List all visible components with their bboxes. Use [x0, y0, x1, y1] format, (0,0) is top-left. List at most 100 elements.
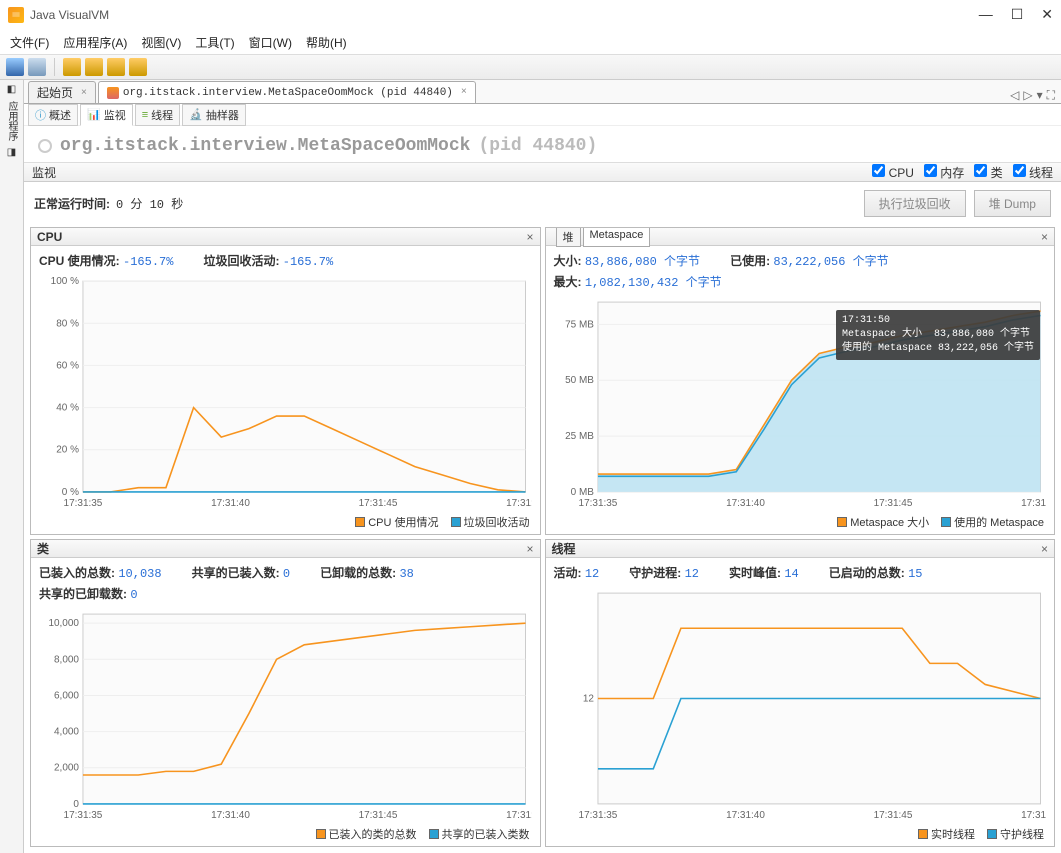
- tab-start[interactable]: 起始页 ×: [28, 81, 96, 103]
- svg-text:2,000: 2,000: [54, 763, 79, 774]
- heap-dump-button[interactable]: 堆 Dump: [974, 190, 1051, 217]
- menu-window[interactable]: 窗口(W): [245, 32, 296, 53]
- heap-tab[interactable]: 堆: [556, 227, 581, 247]
- menu-tools[interactable]: 工具(T): [191, 32, 238, 53]
- subtabs: ⓘ概述 📊监视 ≡线程 🔬抽样器: [24, 104, 1061, 126]
- tab-dropdown-icon[interactable]: ▾: [1037, 88, 1043, 103]
- section-label: 监视: [32, 164, 56, 181]
- svg-text:0: 0: [73, 799, 79, 810]
- panel-title: 类: [37, 540, 49, 557]
- gc-button[interactable]: 执行垃圾回收: [864, 190, 966, 217]
- svg-text:17:31:45: 17:31:45: [359, 498, 398, 509]
- menu-apps[interactable]: 应用程序(A): [59, 32, 131, 53]
- panel-close-icon[interactable]: ×: [1041, 542, 1048, 556]
- subtab-monitor[interactable]: 📊监视: [80, 104, 133, 126]
- tab-nav-right-icon[interactable]: ▷: [1023, 88, 1032, 103]
- svg-text:6,000: 6,000: [54, 690, 79, 701]
- svg-text:17:31:35: 17:31:35: [64, 498, 103, 509]
- menu-view[interactable]: 视图(V): [137, 32, 185, 53]
- threads-chart: 1217:31:3517:31:4017:31:4517:31:50: [554, 587, 1047, 822]
- svg-text:17:31:40: 17:31:40: [726, 810, 765, 821]
- toolbar-icon-5[interactable]: [107, 58, 125, 76]
- maximize-icon[interactable]: ☐: [1011, 6, 1024, 23]
- threads-panel: 线程× 活动: 12 守护进程: 12 实时峰值: 14 已启动的总数: 15 …: [545, 539, 1056, 847]
- check-threads[interactable]: 线程: [1013, 164, 1053, 181]
- check-classes[interactable]: 类: [974, 164, 1002, 181]
- classes-panel: 类× 已装入的总数: 10,038 共享的已装入数: 0 已卸载的总数: 38 …: [30, 539, 541, 847]
- toolbar-sep: [54, 58, 55, 76]
- check-cpu[interactable]: CPU: [872, 164, 914, 181]
- dock-icon-2[interactable]: ◨: [7, 147, 16, 158]
- metaspace-tab[interactable]: Metaspace: [583, 227, 651, 247]
- svg-text:17:31:50: 17:31:50: [506, 498, 531, 509]
- svg-text:8,000: 8,000: [54, 654, 79, 665]
- cpu-panel: CPU× CPU 使用情况: -165.7% 垃圾回收活动: -165.7% 0…: [30, 227, 541, 535]
- svg-text:100 %: 100 %: [51, 276, 79, 287]
- svg-text:10,000: 10,000: [48, 618, 79, 629]
- tab-close-icon[interactable]: ×: [81, 87, 87, 98]
- panel-close-icon[interactable]: ×: [526, 230, 533, 244]
- java-icon: [107, 87, 119, 99]
- svg-text:20 %: 20 %: [56, 445, 79, 456]
- svg-text:25 MB: 25 MB: [565, 431, 594, 442]
- svg-text:4,000: 4,000: [54, 727, 79, 738]
- panel-title: 线程: [552, 540, 576, 557]
- menu-help[interactable]: 帮助(H): [302, 32, 351, 53]
- svg-text:17:31:45: 17:31:45: [359, 810, 398, 821]
- svg-text:40 %: 40 %: [56, 403, 79, 414]
- svg-text:17:31:35: 17:31:35: [578, 498, 617, 509]
- toolbar: [0, 54, 1061, 80]
- subtab-overview[interactable]: ⓘ概述: [28, 104, 78, 126]
- left-gutter: ◧ 应用程序 ◨: [0, 80, 24, 853]
- dock-icon[interactable]: ◧: [7, 84, 16, 95]
- tab-nav-left-icon[interactable]: ◁: [1010, 88, 1019, 103]
- svg-text:17:31:50: 17:31:50: [506, 810, 531, 821]
- check-mem[interactable]: 内存: [924, 164, 964, 181]
- svg-text:50 MB: 50 MB: [565, 375, 594, 386]
- svg-text:80 %: 80 %: [56, 318, 79, 329]
- svg-text:60 %: 60 %: [56, 360, 79, 371]
- cpu-chart: 0 % 20 % 40 % 60 % 80 % 100 % 17:31:35 17:31:40…: [39, 275, 532, 510]
- menubar: 文件(F) 应用程序(A) 视图(V) 工具(T) 窗口(W) 帮助(H): [0, 30, 1061, 54]
- svg-text:17:31:45: 17:31:45: [873, 810, 912, 821]
- svg-text:17:31:40: 17:31:40: [726, 498, 765, 509]
- toolbar-icon-4[interactable]: [85, 58, 103, 76]
- window-controls: — ☐ ✕: [979, 6, 1053, 23]
- panel-title: CPU: [37, 230, 62, 244]
- panel-close-icon[interactable]: ×: [1041, 230, 1048, 244]
- toolbar-icon-1[interactable]: [6, 58, 24, 76]
- uptime-label: 正常运行时间:: [34, 195, 110, 212]
- svg-text:17:31:50: 17:31:50: [1021, 498, 1046, 509]
- panel-close-icon[interactable]: ×: [526, 542, 533, 556]
- close-icon[interactable]: ✕: [1041, 6, 1053, 23]
- section-bar: 监视 CPU 内存 类 线程: [24, 162, 1061, 182]
- svg-text:17:31:45: 17:31:45: [873, 498, 912, 509]
- svg-text:0 MB: 0 MB: [570, 487, 594, 498]
- svg-text:17:31:50: 17:31:50: [1021, 810, 1046, 821]
- svg-text:17:31:40: 17:31:40: [211, 498, 250, 509]
- status-dot-icon: [38, 139, 52, 153]
- tab-close-icon[interactable]: ×: [461, 87, 467, 98]
- toolbar-icon-3[interactable]: [63, 58, 81, 76]
- menu-file[interactable]: 文件(F): [6, 32, 53, 53]
- minimize-icon[interactable]: —: [979, 6, 993, 23]
- classes-chart: 0 2,000 4,000 6,000 8,000 10,000 17:31:35 17:31…: [39, 608, 532, 822]
- subtab-threads[interactable]: ≡线程: [135, 104, 180, 126]
- toolbar-icon-6[interactable]: [129, 58, 147, 76]
- svg-text:17:31:35: 17:31:35: [578, 810, 617, 821]
- app-icon: [8, 7, 24, 23]
- heap-panel: 堆 Metaspace × 大小: 83,886,080 个字节 已使用: 83…: [545, 227, 1056, 535]
- tab-max-icon[interactable]: ⛶: [1047, 88, 1055, 103]
- toolbar-icon-2[interactable]: [28, 58, 46, 76]
- window-title: Java VisualVM: [30, 8, 979, 22]
- subtab-sampler[interactable]: 🔬抽样器: [182, 104, 246, 126]
- tab-active[interactable]: org.itstack.interview.MetaSpaceOomMock (…: [98, 81, 476, 103]
- chart-tooltip: 17:31:50 Metaspace 大小 83,886,080 个字节 使用的…: [836, 310, 1040, 360]
- svg-text:0 %: 0 %: [62, 487, 79, 498]
- svg-text:17:31:40: 17:31:40: [211, 810, 250, 821]
- gutter-label[interactable]: 应用程序: [4, 101, 19, 141]
- svg-text:17:31:35: 17:31:35: [64, 810, 103, 821]
- uptime-row: 正常运行时间: 0 分 10 秒 执行垃圾回收 堆 Dump: [24, 182, 1061, 225]
- titlebar: Java VisualVM — ☐ ✕: [0, 0, 1061, 30]
- tabstrip: 起始页 × org.itstack.interview.MetaSpaceOom…: [24, 80, 1061, 104]
